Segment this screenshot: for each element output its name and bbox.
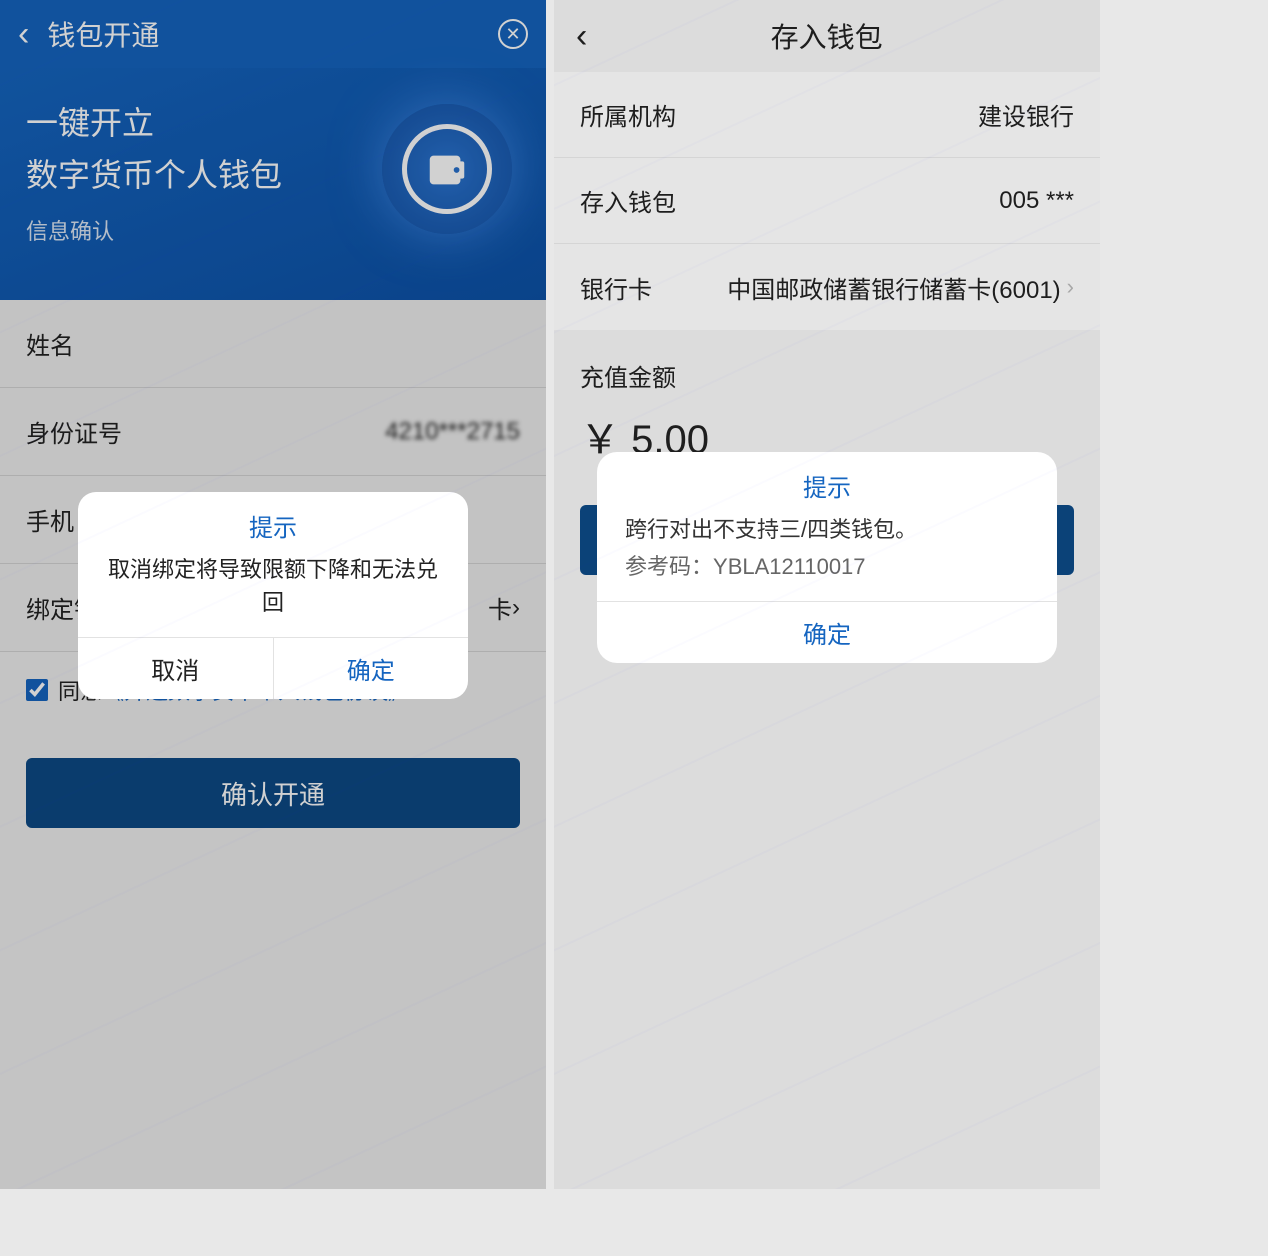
dialog-title: 提示 xyxy=(78,492,468,553)
screen-deposit: ‹ 存入钱包 所属机构 建设银行 存入钱包 005 *** 银行卡 中国邮政储蓄… xyxy=(554,0,1100,1189)
ref-label: 参考码： xyxy=(625,554,713,579)
dialog-message: 跨行对出不支持三/四类钱包。 参考码：YBLA12110017 xyxy=(597,513,1057,601)
dialog-unbind: 提示 取消绑定将导致限额下降和无法兑回 取消 确定 xyxy=(78,492,468,699)
screen-wallet-open: ‹ 钱包开通 ✕ 一键开立 数字货币个人钱包 信息确认 姓名 身份证号 4210… xyxy=(0,0,546,1189)
dialog-msg-line: 跨行对出不支持三/四类钱包。 xyxy=(625,513,1029,546)
cancel-button[interactable]: 取消 xyxy=(78,638,274,699)
dialog-message: 取消绑定将导致限额下降和无法兑回 xyxy=(78,553,468,637)
dialog-ref: 参考码：YBLA12110017 xyxy=(625,550,1029,583)
dialog-error: 提示 跨行对出不支持三/四类钱包。 参考码：YBLA12110017 确定 xyxy=(597,452,1057,663)
ok-button[interactable]: 确定 xyxy=(274,638,469,699)
dialog-title: 提示 xyxy=(597,452,1057,513)
ok-button[interactable]: 确定 xyxy=(597,601,1057,663)
ref-code: YBLA12110017 xyxy=(713,554,866,579)
dialog-buttons: 取消 确定 xyxy=(78,637,468,699)
